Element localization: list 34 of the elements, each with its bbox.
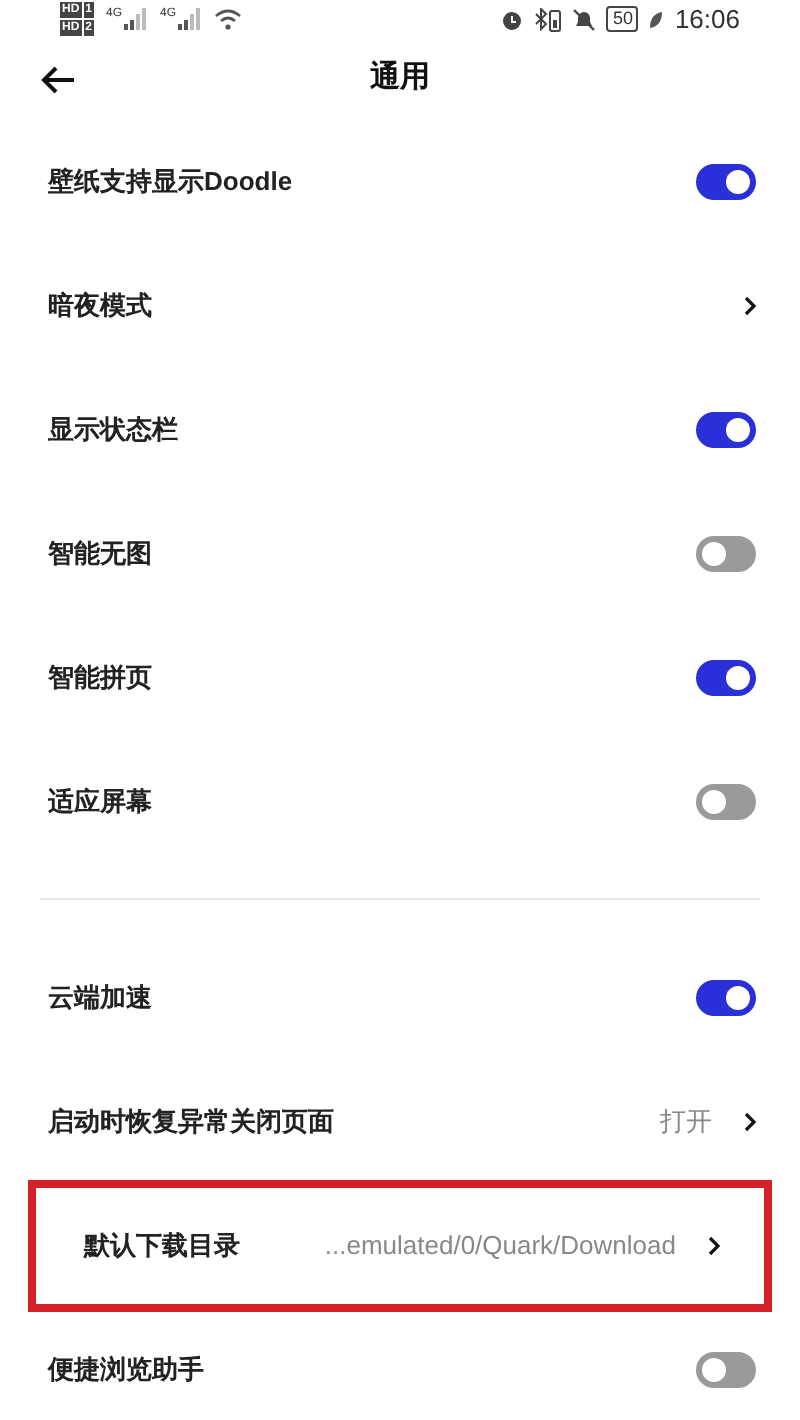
toggle-switch[interactable] xyxy=(696,411,756,447)
leaf-icon xyxy=(648,9,665,30)
page-title: 通用 xyxy=(370,58,430,99)
bluetooth-battery-icon xyxy=(534,7,563,32)
setting-label: 适应屏幕 xyxy=(48,783,154,820)
setting-label: 便捷浏览助手 xyxy=(48,1351,206,1388)
chevron-right-icon xyxy=(744,1111,756,1131)
signal-icon xyxy=(178,8,203,31)
setting-label: 显示状态栏 xyxy=(48,411,180,448)
toggle-switch[interactable] xyxy=(696,659,756,695)
toggle-switch[interactable] xyxy=(696,535,756,571)
setting-label: 启动时恢复异常关闭页面 xyxy=(48,1103,336,1140)
chevron-right-icon xyxy=(708,1235,720,1255)
setting-label: 智能无图 xyxy=(48,535,154,572)
toggle-switch[interactable] xyxy=(696,783,756,819)
setting-label: 壁纸支持显示Doodle xyxy=(48,163,295,200)
battery-level: 50 xyxy=(606,6,639,33)
setting-label: 云端加速 xyxy=(48,979,154,1016)
signal-icon xyxy=(124,8,149,31)
setting-label: 默认下载目录 xyxy=(84,1227,242,1264)
back-button[interactable] xyxy=(40,63,80,95)
alarm-clock-icon xyxy=(500,7,525,32)
toggle-switch[interactable] xyxy=(696,979,756,1015)
toggle-switch[interactable] xyxy=(696,1351,756,1387)
chevron-right-icon xyxy=(744,295,756,315)
wifi-icon xyxy=(214,8,243,31)
setting-label: 智能拼页 xyxy=(48,659,154,696)
setting-label: 暗夜模式 xyxy=(48,287,154,324)
setting-value: 打开 xyxy=(660,1103,712,1140)
toggle-switch[interactable] xyxy=(696,163,756,199)
bell-muted-icon xyxy=(572,7,597,32)
setting-value: ...emulated/0/Quark/Download xyxy=(324,1227,676,1264)
back-arrow-icon xyxy=(40,63,76,95)
clock-time: 16:06 xyxy=(674,2,740,38)
